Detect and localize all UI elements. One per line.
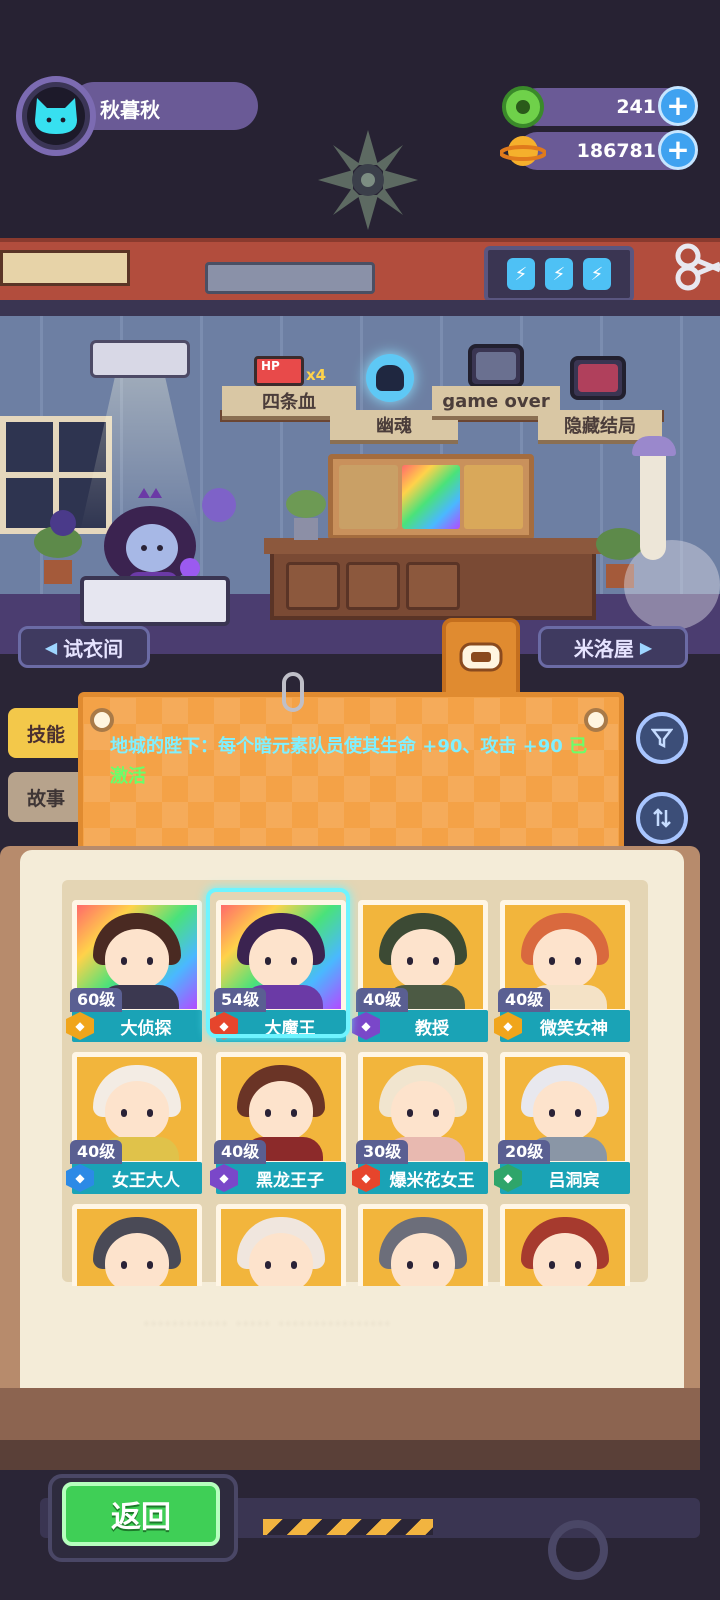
hazard-stripe [260, 1516, 436, 1538]
sort-button[interactable] [636, 792, 688, 844]
potted-plant-icon [286, 490, 326, 540]
energy-bolt-icon: ⚡ [583, 258, 611, 290]
arrow-right-icon: ▶ [639, 637, 653, 657]
gear-icon [548, 1520, 608, 1580]
hero-portrait [500, 1204, 630, 1286]
lamp-icon [640, 440, 666, 560]
milo-house-button[interactable]: 米洛屋 ▶ [538, 626, 688, 668]
chat-bubble-icon [459, 642, 503, 672]
hp-battery-icon: HP [254, 356, 304, 386]
arrow-left-icon: ◀ [44, 637, 58, 657]
hero-card[interactable] [216, 1204, 346, 1286]
filter-icon [651, 728, 673, 749]
add-coins-button[interactable]: + [658, 130, 698, 170]
hero-level: 40级 [356, 988, 409, 1012]
tab-skill[interactable]: 技能 [8, 708, 84, 758]
avatar[interactable] [16, 76, 96, 156]
portrait-frame [328, 454, 534, 540]
scissors-icon [670, 236, 720, 296]
hero-level: 40级 [214, 1140, 267, 1164]
dressing-room-label: 试衣间 [63, 636, 124, 661]
hero-level: 40级 [498, 988, 551, 1012]
sort-icon [653, 808, 671, 828]
hero-level: 60级 [70, 988, 123, 1012]
gold-planet-coin-icon [499, 130, 547, 172]
milo-house-label: 米洛屋 [573, 636, 634, 661]
hero-portrait [216, 1204, 346, 1286]
filter-button[interactable] [636, 712, 688, 764]
hero-card[interactable]: 微笑女神 40级 ◆ [494, 900, 630, 1042]
add-gems-button[interactable]: + [658, 86, 698, 126]
hero-card[interactable]: 教授 40级 ◆ [352, 900, 488, 1042]
hero-card[interactable]: 吕洞宾 20级 ◆ [494, 1052, 630, 1194]
player-name: 秋暮秋 [100, 98, 160, 122]
pin-icon [90, 708, 114, 732]
hp-multiplier: x4 [306, 366, 327, 384]
tv-trophy-icon [468, 344, 524, 388]
vent-panel [0, 250, 130, 286]
projector-icon [90, 340, 190, 378]
arcade-machine [80, 576, 230, 626]
hero-card[interactable]: 爆米花女王 30级 ◆ [352, 1052, 488, 1194]
energy-bolt-icon: ⚡ [507, 258, 535, 290]
portrait-1 [339, 465, 398, 529]
ghost-skull-icon [366, 354, 414, 402]
book-caption-blurred: ············ ····· ················ [144, 1314, 393, 1333]
hero-level: 40级 [70, 1140, 123, 1164]
pin-icon [584, 708, 608, 732]
hero-portrait [72, 1204, 202, 1286]
vent-grille [205, 262, 375, 294]
hero-level: 30级 [356, 1140, 409, 1164]
hero-card[interactable] [72, 1204, 202, 1286]
hero-card[interactable] [358, 1204, 488, 1286]
tv-hidden-ending-icon [570, 356, 626, 400]
coin-count: 186781 [576, 140, 656, 162]
skill-description: 地城的陛下：每个暗元素队员使其生命 +90、攻击 +90 已激活 [110, 732, 600, 792]
paperclip-icon [282, 672, 304, 712]
hero-portrait [358, 1204, 488, 1286]
energy-bolt-icon: ⚡ [545, 258, 573, 290]
selected-hero-highlight [206, 888, 350, 1038]
hat-icon [632, 436, 676, 456]
slime-pet-icon [202, 488, 236, 522]
fan-icon [318, 130, 418, 230]
portrait-3 [464, 465, 524, 529]
side-gear-button[interactable] [624, 540, 720, 630]
tab-story[interactable]: 故事 [8, 772, 84, 822]
hero-level: 20级 [498, 1140, 551, 1164]
gem-count: 241 [616, 96, 656, 118]
dressing-room-button[interactable]: ◀ 试衣间 [18, 626, 150, 668]
energy-cells: ⚡ ⚡ ⚡ [484, 246, 634, 302]
hero-card[interactable]: 黑龙王子 40级 ◆ [210, 1052, 346, 1194]
hero-card[interactable] [500, 1204, 630, 1286]
slime-pet-icon [50, 510, 76, 536]
chat-toggle-button[interactable] [442, 618, 520, 700]
green-gem-icon [502, 86, 544, 128]
profile-name-bar[interactable] [70, 82, 258, 130]
back-button[interactable]: 返回 [62, 1482, 220, 1546]
shelf-underside [0, 300, 720, 316]
cat-avatar-icon [35, 98, 77, 134]
hero-card[interactable]: 女王大人 40级 ◆ [66, 1052, 202, 1194]
skill-text: 地城的陛下：每个暗元素队员使其生命 +90、攻击 +90 [110, 736, 563, 757]
portrait-2 [401, 465, 461, 529]
hero-card[interactable]: 大侦探 60级 ◆ [66, 900, 202, 1042]
